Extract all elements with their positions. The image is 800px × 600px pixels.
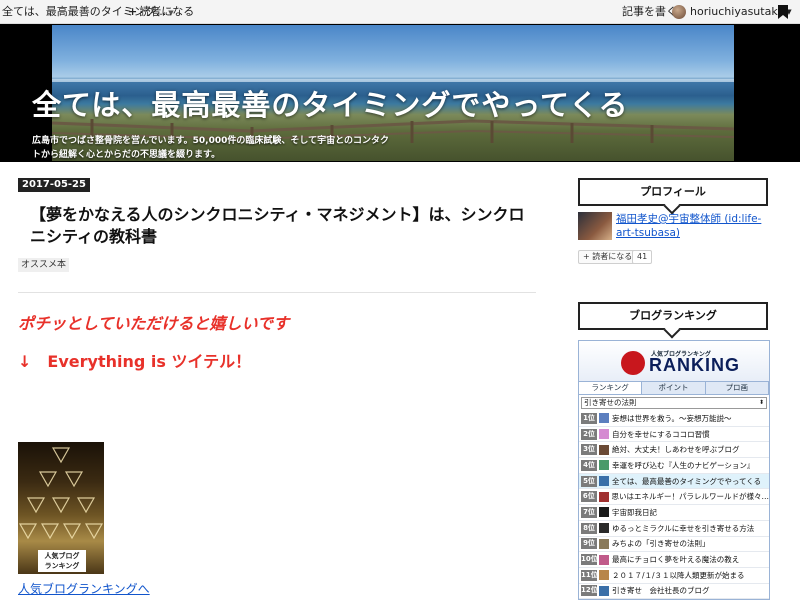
ranking-row[interactable]: 2位 自分を幸せにするココロ習慣	[579, 427, 769, 443]
rank-number: 2位	[581, 428, 597, 440]
username-label: horiuchiyasutaka	[690, 5, 785, 18]
rank-number: 7位	[581, 506, 597, 518]
site-description: 広島市でつばさ整骨院を営んでいます。50,000件の臨床試験、そして宇宙とのコン…	[32, 136, 390, 160]
rank-number: 8位	[581, 522, 597, 534]
category-select-value: 引き寄せの法則	[584, 398, 637, 407]
category-select[interactable]: 引き寄せの法則 ⬍	[581, 397, 767, 409]
blog-thumbnail	[599, 476, 609, 487]
category-tag[interactable]: オススメ本	[18, 258, 70, 272]
blog-thumbnail	[599, 413, 609, 424]
ranking-row[interactable]: 8位 ゆるっとミラクルに幸せを引き寄せる方法	[579, 521, 769, 537]
ranking-blog-title: 自分を幸せにするココロ習慣	[612, 429, 710, 439]
rank-number: 6位	[581, 491, 597, 503]
ranking-row[interactable]: 4位 幸運を呼び込む『人生のナビゲーション』	[579, 458, 769, 474]
ranking-blog-title: 引き寄せ 会社社長のブログ	[612, 586, 710, 596]
rank-number: 11位	[581, 569, 598, 581]
tab-pro[interactable]: プロ画	[706, 382, 769, 394]
ranking-blog-title: 妄想は世界を救う。～妄想万能説～	[612, 413, 732, 423]
ranking-row[interactable]: 3位 絶対、大丈夫！しあわせを呼ぶブログ	[579, 442, 769, 459]
rank-number: 5位	[581, 475, 597, 487]
user-avatar	[672, 5, 686, 19]
down-arrow-icon: ↓	[18, 352, 32, 371]
entry-title[interactable]: 【夢をかなえる人のシンクロニシティ・マネジメント】は、シンクロニシティの教科書	[30, 204, 540, 248]
ranking-row[interactable]: 7位 宇宙即我日記	[579, 505, 769, 521]
ranking-blog-title: 全ては、最高最善のタイミングでやってくる	[612, 476, 762, 486]
write-article-link[interactable]: 記事を書く	[622, 0, 677, 24]
ranking-blog-title: 絶対、大丈夫！しあわせを呼ぶブログ	[612, 445, 740, 455]
ranking-row[interactable]: 11位 ２０１７/１/３１以降人類更新が始まる	[579, 568, 769, 584]
ranking-row[interactable]: 5位 全ては、最高最善のタイミングでやってくる	[579, 473, 769, 490]
subscribe-label: 読者になる	[139, 5, 195, 18]
ranking-request-text: ポチッとしていただけると嬉しいです	[18, 314, 290, 333]
tab-points[interactable]: ポイント	[642, 382, 706, 394]
hatena-topbar: 全ては、最高最善のタイミング... ▼ + 読者になる 記事を書く horiuchi…	[0, 0, 800, 24]
chevron-updown-icon: ⬍	[758, 399, 764, 406]
ranking-logo[interactable]: 人気ブログランキング RANKING	[579, 341, 769, 381]
ranking-logo-title: RANKING	[649, 355, 740, 375]
reader-count: 41	[632, 250, 653, 264]
champagne-tower-graphic	[18, 447, 104, 540]
ranking-tabs: ランキング ポイント プロ画	[579, 381, 769, 395]
user-menu[interactable]: horiuchiyasutaka ▼	[672, 0, 792, 24]
blog-header: 全ては、最高最善のタイミングでやってくる 広島市でつばさ整骨院を営んでいます。5…	[0, 24, 800, 162]
ranking-blog-title: 最高にチョロく夢を叶える魔法の教え	[612, 555, 740, 565]
ranking-banner-image[interactable]: 人気ブログ ランキング	[18, 442, 104, 574]
entry-date[interactable]: 2017-05-25	[18, 178, 90, 192]
ranking-badge-label: 人気ブログ ランキング	[44, 552, 80, 570]
profile-avatar[interactable]	[578, 212, 612, 240]
blog-thumbnail	[599, 444, 609, 455]
profile-heading: プロフィール	[578, 178, 768, 206]
subscribe-reader-button[interactable]: + 読者になる	[578, 250, 638, 264]
ranking-logo-mark	[621, 351, 645, 375]
rank-number: 12位	[581, 585, 598, 597]
ranking-row[interactable]: 10位 最高にチョロく夢を叶える魔法の教え	[579, 552, 769, 568]
blog-thumbnail	[599, 507, 609, 518]
rank-number: 1位	[581, 412, 597, 424]
ranking-link[interactable]: 人気ブログランキングへ	[18, 580, 150, 597]
tab-ranking[interactable]: ランキング	[579, 382, 643, 394]
rank-number: 3位	[581, 444, 597, 456]
profile-name-link[interactable]: 福田孝史@宇宙整体師 (id:life-art-tsubasa)	[616, 212, 776, 240]
blog-thumbnail	[599, 570, 609, 581]
blog-thumbnail	[599, 429, 609, 440]
subscribe-button[interactable]: + 読者になる	[128, 0, 194, 24]
ranking-widget: 人気ブログランキング RANKING ランキング ポイント プロ画 引き寄せの法…	[578, 340, 770, 600]
blog-thumbnail	[599, 523, 609, 534]
ranking-badge: 人気ブログ ランキング	[38, 550, 86, 572]
blog-thumbnail	[599, 554, 609, 565]
rank-number: 9位	[581, 538, 597, 550]
blog-thumbnail	[599, 460, 609, 471]
everything-tsuiteru-text: ↓ Everything is ツイテル！	[18, 348, 251, 372]
blog-thumbnail	[599, 585, 609, 596]
ranking-blog-title: ２０１７/１/３１以降人類更新が始まる	[612, 570, 745, 580]
rank-number: 10位	[581, 554, 598, 566]
ranking-list: 1位 妄想は世界を救う。～妄想万能説～ 2位 自分を幸せにするココロ習慣 3位 絶対、大丈…	[579, 411, 769, 599]
everything-tsuiteru-label: Everything is ツイテル！	[47, 352, 252, 371]
bookmark-icon[interactable]	[778, 5, 788, 19]
ranking-row[interactable]: 1位 妄想は世界を救う。～妄想万能説～	[579, 411, 769, 427]
site-title[interactable]: 全ては、最高最善のタイミングでやってくる	[32, 82, 629, 124]
ranking-row[interactable]: 6位 思いはエネルギー！パラレルワールドが様々…	[579, 489, 770, 506]
plus-icon: +	[128, 5, 138, 18]
blog-thumbnail	[599, 538, 609, 549]
ranking-heading: ブログランキング	[578, 302, 768, 330]
ranking-blog-title: ゆるっとミラクルに幸せを引き寄せる方法	[612, 523, 755, 533]
ranking-row[interactable]: 9位 みちよの「引き寄せの法則」	[579, 537, 769, 553]
ranking-blog-title: 幸運を呼び込む『人生のナビゲーション』	[612, 460, 755, 470]
ranking-blog-title: 思いはエネルギー！パラレルワールドが様々…	[611, 492, 770, 502]
ranking-blog-title: みちよの「引き寄せの法則」	[612, 539, 710, 549]
ranking-row[interactable]: 12位 引き寄せ 会社社長のブログ	[579, 584, 769, 599]
blog-thumbnail	[598, 491, 609, 502]
ranking-blog-title: 宇宙即我日記	[612, 507, 657, 517]
rank-number: 4位	[581, 459, 597, 471]
divider	[18, 292, 536, 293]
